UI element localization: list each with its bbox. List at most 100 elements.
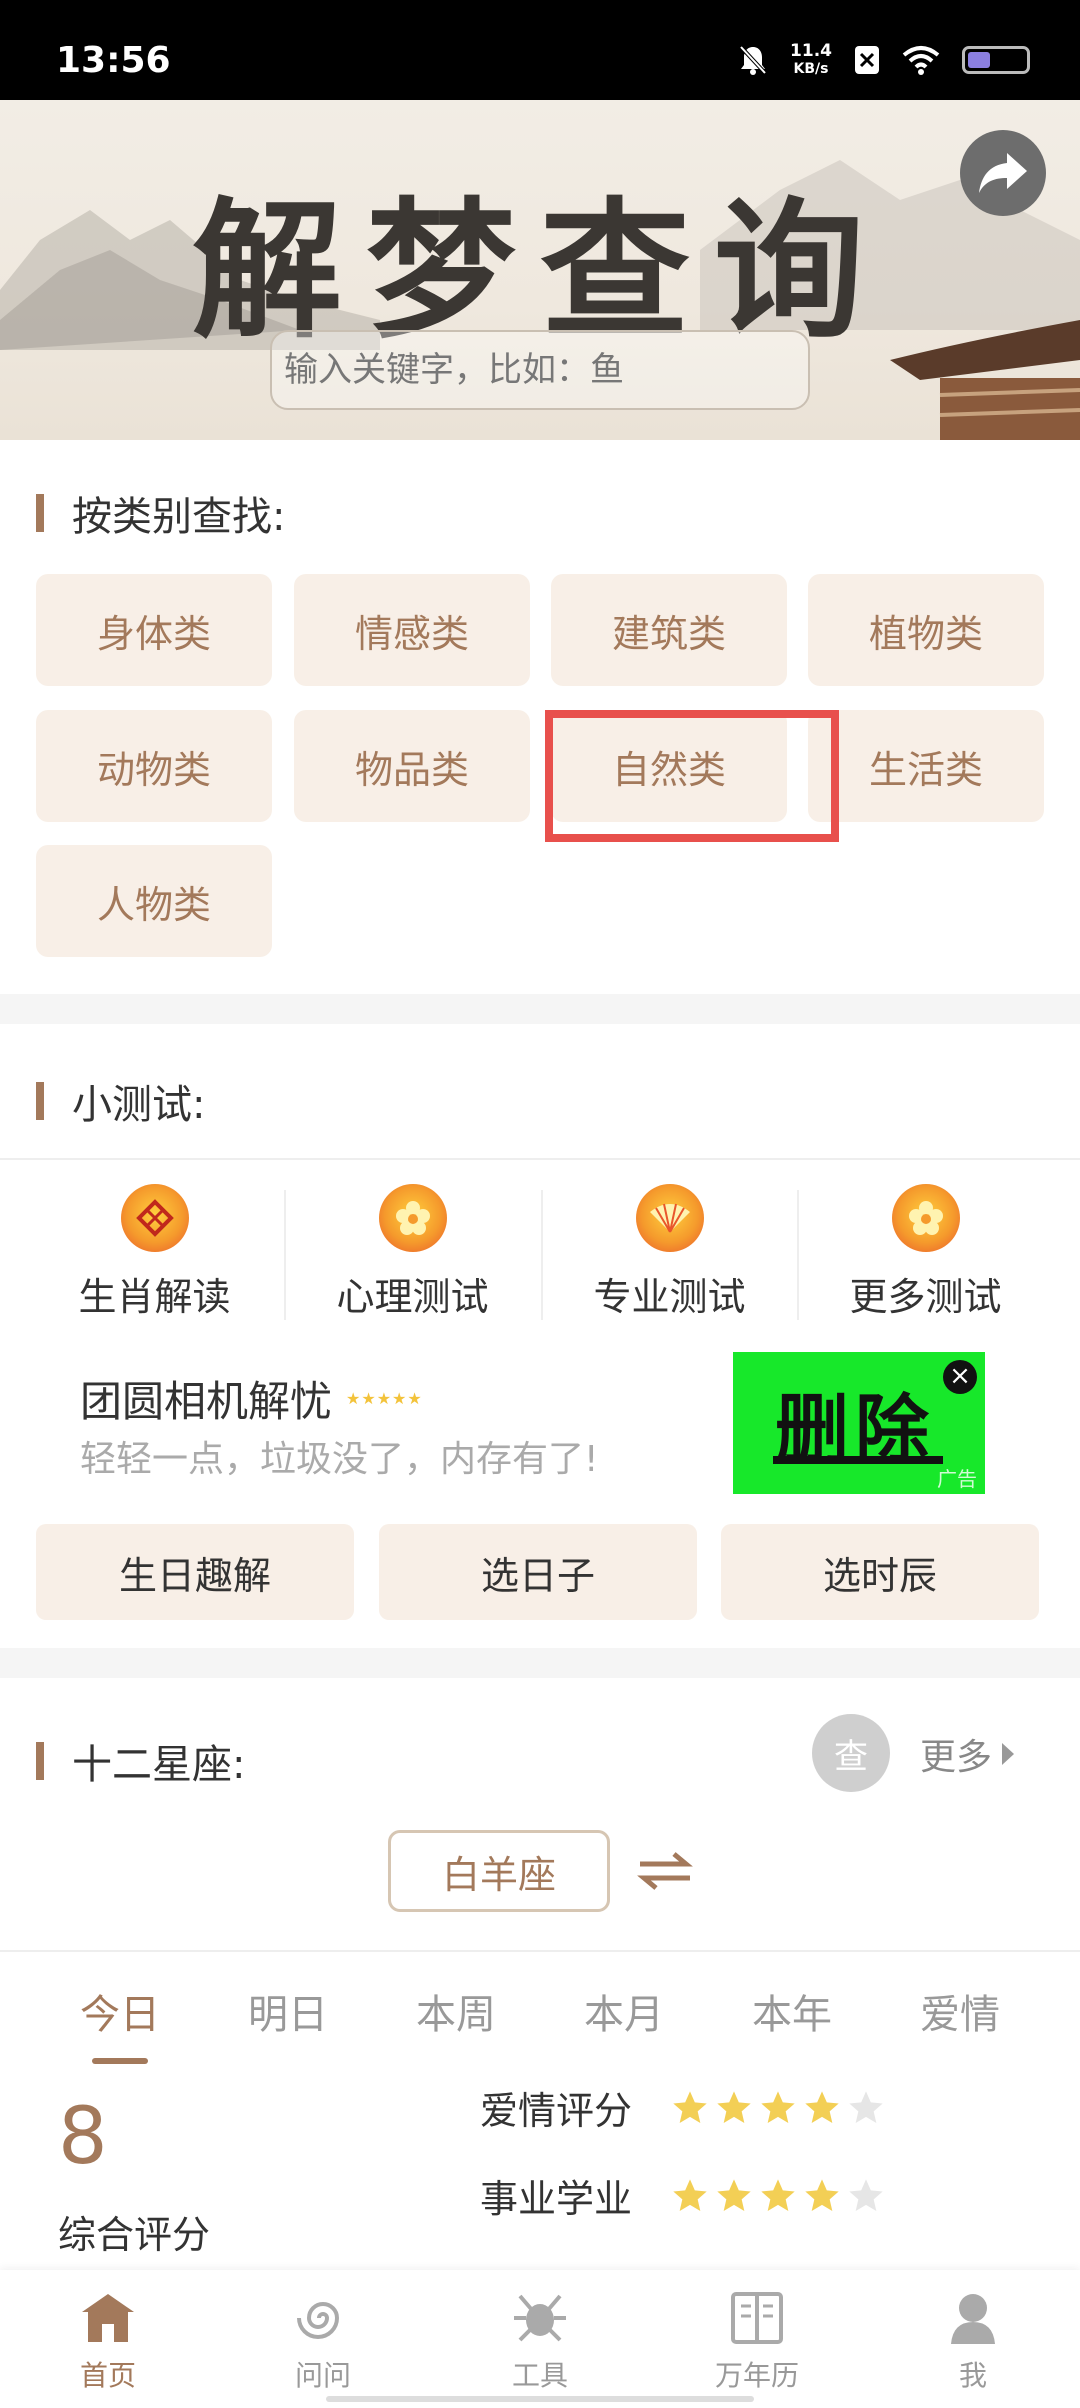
birthday-fun-button[interactable]: 生日趣解 — [36, 1524, 354, 1620]
category-object[interactable]: 物品类 — [294, 710, 530, 822]
banner: 解梦查询 输入关键字，比如：鱼 — [0, 100, 1080, 440]
pick-hour-button[interactable]: 选时辰 — [721, 1524, 1039, 1620]
zodiac-query-button[interactable]: 查 — [812, 1714, 890, 1792]
person-icon — [951, 2294, 995, 2344]
section-accent-bar — [36, 1742, 44, 1780]
share-button[interactable] — [960, 130, 1046, 216]
overall-score-label: 综合评分 — [58, 2213, 211, 2257]
test-professional[interactable]: 专业测试 — [541, 1184, 798, 1324]
home-indicator — [326, 2396, 754, 2402]
ad-title[interactable]: 团圆相机解忧 ★★★★★ — [80, 1368, 423, 1429]
rating-row-career: 事业学业 — [480, 2168, 886, 2223]
net-speed: 11.4 KB/s — [790, 41, 832, 77]
star-filled-icon — [761, 2178, 795, 2211]
category-people[interactable]: 人物类 — [36, 845, 272, 957]
test-more[interactable]: 更多测试 — [797, 1184, 1054, 1324]
nav-label: 工具 — [511, 2359, 568, 2392]
battery-level — [968, 52, 991, 68]
star-filled-icon — [717, 2090, 751, 2123]
ad-close-button[interactable]: × — [943, 1360, 977, 1394]
star-filled-icon — [805, 2090, 839, 2123]
category-emotion[interactable]: 情感类 — [294, 574, 530, 686]
test-label: 更多测试 — [849, 1275, 1002, 1319]
test-label: 心理测试 — [336, 1275, 489, 1319]
category-animal[interactable]: 动物类 — [36, 710, 272, 822]
bell-muted-icon — [739, 45, 767, 75]
spiral-icon — [297, 2302, 340, 2339]
tests-section-header: 小测试: — [36, 1072, 205, 1130]
zodiac-section-title: 十二星座: — [72, 1742, 246, 1788]
nav-label: 问问 — [294, 2359, 351, 2392]
flower-icon — [891, 1184, 960, 1252]
star-filled-icon — [717, 2178, 751, 2211]
flower-icon — [378, 1184, 447, 1252]
tab-tomorrow[interactable]: 明日 — [204, 1982, 372, 2040]
status-time: 13:56 — [56, 40, 171, 81]
test-label: 专业测试 — [593, 1275, 746, 1319]
status-bar: 13:56 11.4 KB/s — [0, 0, 1080, 100]
zodiac-sign-selector[interactable]: 白羊座 — [388, 1830, 610, 1912]
zodiac-divider — [0, 1950, 1080, 1952]
chevron-right-icon — [1002, 1743, 1015, 1765]
category-body[interactable]: 身体类 — [36, 574, 272, 686]
star-empty-icon — [849, 2178, 883, 2211]
search-input[interactable]: 输入关键字，比如：鱼 — [270, 330, 810, 410]
tab-love[interactable]: 爱情 — [876, 1982, 1044, 2040]
nav-me[interactable]: 我 — [893, 2288, 1053, 2394]
rating-label: 事业学业 — [480, 2177, 633, 2221]
nav-home[interactable]: 首页 — [28, 2288, 188, 2394]
section-accent-bar — [36, 494, 44, 532]
tests-divider — [0, 1158, 1080, 1160]
ad-image-underline — [773, 1456, 943, 1464]
star-filled-icon — [761, 2090, 795, 2123]
zodiac-period-tabs: 今日 明日 本周 本月 本年 爱情 — [0, 1982, 1080, 2062]
ad-tag: 广告 — [937, 1467, 977, 1491]
bottom-nav: 首页 问问 工具 万年历 我 — [0, 2270, 1080, 2408]
star-filled-icon — [673, 2178, 707, 2211]
star-filled-icon — [673, 2090, 707, 2123]
section-divider — [0, 1648, 1080, 1678]
zodiac-section-header: 十二星座: — [36, 1732, 245, 1790]
star-filled-icon — [805, 2178, 839, 2211]
tab-this-year[interactable]: 本年 — [708, 1982, 876, 2040]
star-rating — [670, 2176, 886, 2216]
nav-tools[interactable]: 工具 — [460, 2288, 620, 2394]
category-life[interactable]: 生活类 — [808, 710, 1044, 822]
battery-icon — [962, 46, 1030, 74]
tools-icon — [514, 2294, 566, 2342]
section-divider — [0, 994, 1080, 1024]
nav-calendar[interactable]: 万年历 — [677, 2288, 837, 2394]
book-icon — [731, 2292, 783, 2344]
nav-label: 万年历 — [714, 2359, 799, 2392]
tab-this-week[interactable]: 本周 — [372, 1982, 540, 2040]
test-psychology[interactable]: 心理测试 — [284, 1184, 541, 1324]
swap-arrows-icon[interactable] — [636, 1850, 694, 1892]
fan-icon — [635, 1184, 704, 1252]
ad-rating-stars: ★★★★★ — [346, 1389, 423, 1408]
category-section-title: 按类别查找: — [72, 494, 286, 540]
star-empty-icon — [849, 2090, 883, 2123]
zodiac-more-link[interactable]: 更多 — [920, 1728, 1015, 1780]
sim-x-icon — [855, 46, 879, 74]
rating-row-love: 爱情评分 — [480, 2080, 886, 2135]
share-arrow-icon — [979, 153, 1027, 193]
active-tab-indicator — [92, 2058, 148, 2064]
tab-today[interactable]: 今日 — [36, 1982, 204, 2040]
wifi-icon — [902, 46, 940, 75]
chinese-knot-icon — [120, 1184, 189, 1252]
tab-this-month[interactable]: 本月 — [540, 1982, 708, 2040]
category-plant[interactable]: 植物类 — [808, 574, 1044, 686]
status-icons: 11.4 KB/s — [738, 42, 1030, 78]
tests-section-title: 小测试: — [72, 1082, 206, 1128]
nav-ask[interactable]: 问问 — [243, 2288, 403, 2394]
test-zodiac-reading[interactable]: 生肖解读 — [26, 1184, 283, 1324]
ad-description[interactable]: 轻轻一点，垃圾没了，内存有了! — [80, 1430, 598, 1482]
rating-label: 爱情评分 — [480, 2089, 633, 2133]
category-section-header: 按类别查找: — [36, 484, 285, 542]
category-building[interactable]: 建筑类 — [551, 574, 787, 686]
section-accent-bar — [36, 1082, 44, 1120]
overall-score: 8 — [58, 2092, 108, 2182]
star-rating — [670, 2088, 886, 2128]
ad-image[interactable]: 删除 × 广告 — [733, 1352, 985, 1494]
pick-day-button[interactable]: 选日子 — [379, 1524, 697, 1620]
